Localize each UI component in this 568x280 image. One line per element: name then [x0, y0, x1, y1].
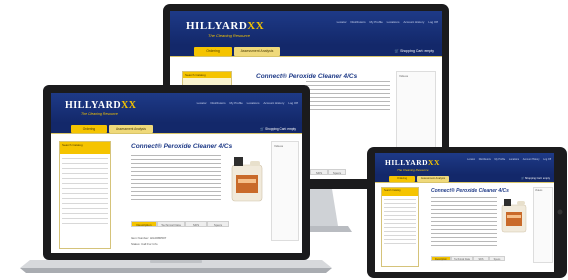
search-catalog-box: Search Catalog	[381, 187, 419, 267]
tablet-screen: HILLYARDXX The Cleaning Resource Locator…	[375, 153, 554, 272]
tab-ordering[interactable]: Ordering	[389, 176, 415, 182]
site-header: HILLYARDXX The Cleaning Resource Locator…	[375, 153, 554, 175]
top-link[interactable]: Account History	[523, 158, 540, 161]
tab-assessment[interactable]: Assessment Analysis	[417, 176, 449, 182]
nav-bar: Ordering Assessment Analysis 🛒 Shopping …	[375, 175, 554, 183]
product-description	[431, 197, 497, 249]
cart-icon: 🛒	[520, 177, 525, 180]
tab-technical-data[interactable]: Technical Data	[451, 256, 473, 261]
videos-panel: Videos	[533, 187, 553, 263]
cart-link[interactable]: 🛒 Shopping Cart: empty	[521, 176, 550, 182]
top-link[interactable]: Distributors	[479, 158, 491, 161]
sidebar-title: Search Catalog	[382, 188, 418, 196]
tab-description[interactable]: Description	[431, 256, 451, 261]
top-link[interactable]: Locator	[467, 158, 475, 161]
top-link[interactable]: My Profile	[495, 158, 506, 161]
tagline: The Cleaning Resource	[397, 168, 429, 172]
hillyard-logo: HILLYARDXX	[385, 158, 440, 167]
top-link[interactable]: Locations	[509, 158, 519, 161]
product-bottle-image	[501, 199, 527, 233]
product-title: Connect® Peroxide Cleaner 4/Cs	[431, 188, 509, 194]
detail-tabs: Description Technical Data SDS Specs	[431, 256, 505, 261]
top-link[interactable]: Log Off	[543, 158, 551, 161]
tab-sds[interactable]: SDS	[473, 256, 489, 261]
tab-specs[interactable]: Specs	[489, 256, 505, 261]
top-links: Locator Distributors My Profile Location…	[464, 158, 551, 161]
